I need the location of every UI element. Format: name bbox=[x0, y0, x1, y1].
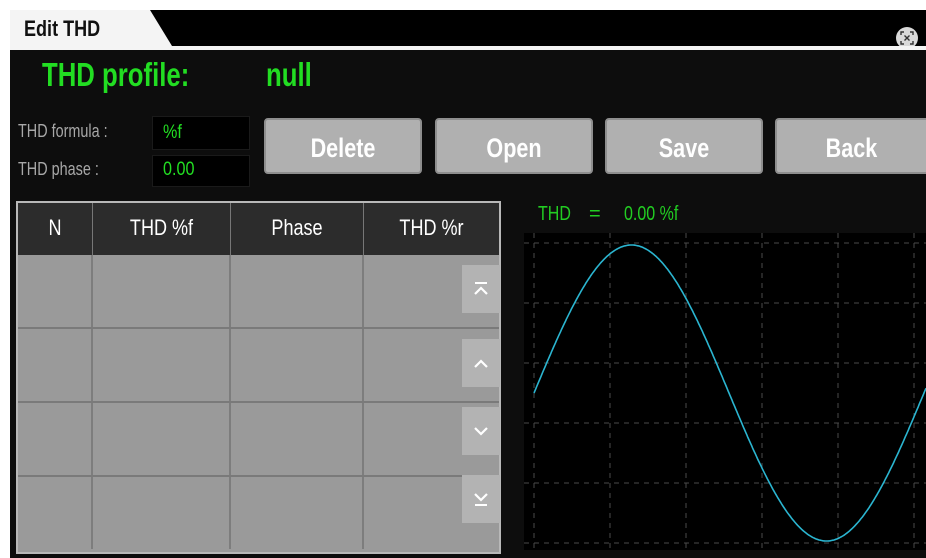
column-header-n: N bbox=[18, 203, 93, 255]
scroll-bottom-icon[interactable] bbox=[462, 475, 500, 523]
formula-label: THD formula : bbox=[18, 121, 108, 141]
column-header-phase: Phase bbox=[231, 203, 364, 255]
waveform-display bbox=[524, 233, 926, 550]
title-bar: Edit THD bbox=[10, 10, 926, 49]
delete-button[interactable]: Delete bbox=[264, 118, 422, 174]
tab-title[interactable]: Edit THD bbox=[24, 16, 100, 42]
profile-value: null bbox=[266, 56, 312, 93]
cell-phase[interactable] bbox=[231, 403, 364, 475]
waveform-trace bbox=[533, 244, 926, 542]
thd-readout-equals: = bbox=[589, 203, 601, 225]
cell-n[interactable] bbox=[18, 255, 93, 327]
scroll-down-icon[interactable] bbox=[462, 407, 500, 455]
thd-readout-value: 0.00 %f bbox=[624, 203, 679, 225]
delete-button-label: Delete bbox=[310, 133, 376, 163]
phase-label: THD phase : bbox=[18, 159, 99, 179]
back-button-label: Back bbox=[825, 133, 878, 163]
cell-n[interactable] bbox=[18, 329, 93, 401]
cell-thd-f[interactable] bbox=[93, 255, 231, 327]
table-header: N THD %f Phase THD %r bbox=[18, 203, 499, 255]
cell-phase[interactable] bbox=[231, 477, 364, 549]
column-header-thd-r: THD %r bbox=[399, 215, 464, 240]
open-button[interactable]: Open bbox=[435, 118, 593, 174]
scroll-up-icon[interactable] bbox=[462, 339, 500, 387]
thd-readout-label: THD bbox=[538, 203, 571, 225]
cell-thd-f[interactable] bbox=[93, 477, 231, 549]
open-button-label: Open bbox=[486, 133, 542, 163]
cell-n[interactable] bbox=[18, 403, 93, 475]
save-button-label: Save bbox=[658, 133, 710, 163]
title-divider bbox=[10, 46, 926, 50]
waveform-plot bbox=[524, 233, 926, 550]
table-row[interactable] bbox=[18, 477, 499, 551]
cell-phase[interactable] bbox=[231, 255, 364, 327]
cell-thd-f[interactable] bbox=[93, 329, 231, 401]
cell-n[interactable] bbox=[18, 477, 93, 549]
table-row[interactable] bbox=[18, 255, 499, 329]
column-header-thd-f: THD %f bbox=[93, 203, 231, 255]
profile-label: THD profile: bbox=[42, 56, 190, 93]
save-button[interactable]: Save bbox=[605, 118, 763, 174]
cell-phase[interactable] bbox=[231, 329, 364, 401]
scroll-top-icon[interactable] bbox=[462, 265, 500, 313]
table-row[interactable] bbox=[18, 329, 499, 403]
harmonics-table: N THD %f Phase THD %r bbox=[16, 201, 501, 554]
back-button[interactable]: Back bbox=[775, 118, 926, 174]
phase-value: 0.00 bbox=[163, 159, 195, 180]
table-row[interactable] bbox=[18, 403, 499, 477]
thd-editor-window: Edit THD THD profile: null THD formula :… bbox=[10, 10, 926, 558]
formula-value: %f bbox=[163, 122, 182, 143]
waveform-grid bbox=[524, 233, 926, 550]
cell-thd-f[interactable] bbox=[93, 403, 231, 475]
